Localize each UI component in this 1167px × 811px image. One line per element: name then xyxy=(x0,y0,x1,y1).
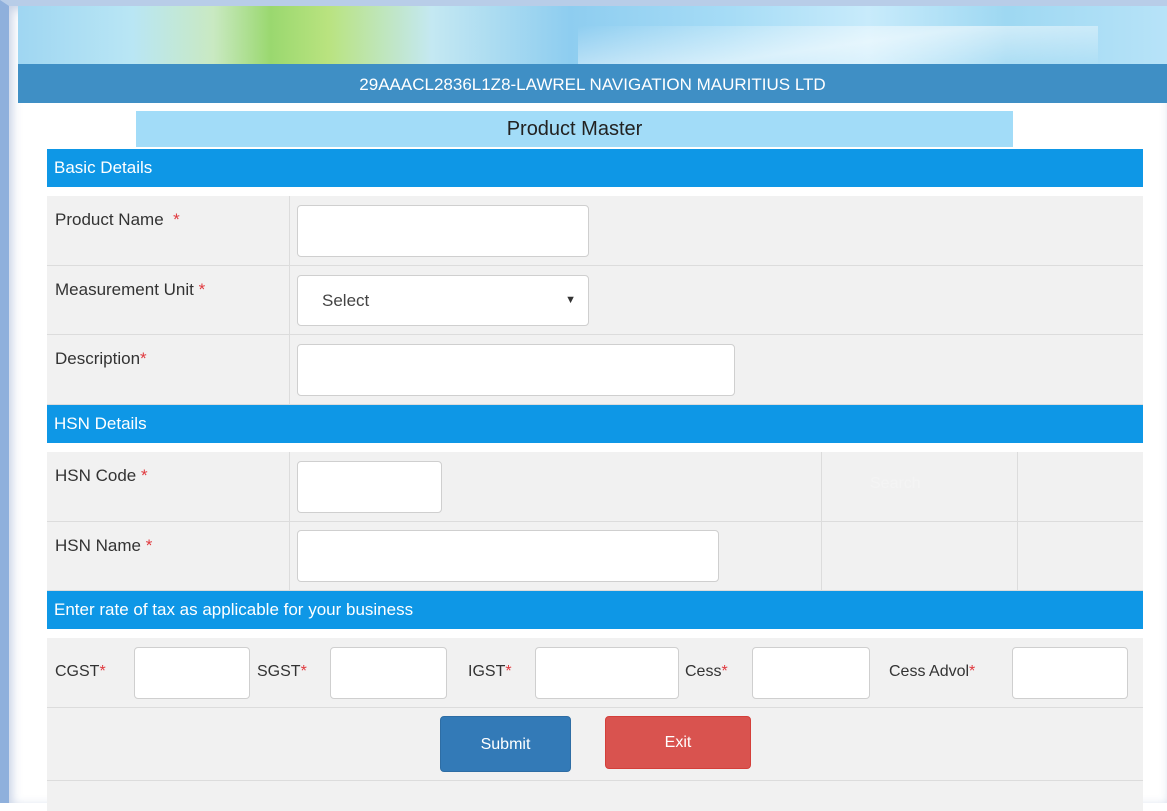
hsn-code-row: HSN Code * Search xyxy=(47,452,1143,522)
tax-rate-heading: Enter rate of tax as applicable for your… xyxy=(54,600,414,619)
cgst-input[interactable] xyxy=(134,647,250,699)
hsn-search-button[interactable]: Search xyxy=(870,475,921,493)
description-label: Description* xyxy=(55,349,147,368)
cess-input[interactable] xyxy=(752,647,870,699)
measurement-unit-row: Measurement Unit * Select ▼ xyxy=(47,266,1143,335)
igst-input[interactable] xyxy=(535,647,679,699)
company-name: 29AAACL2836L1Z8-LAWREL NAVIGATION MAURIT… xyxy=(359,75,826,94)
cess-advol-label: Cess Advol* xyxy=(889,663,976,680)
measurement-unit-label: Measurement Unit * xyxy=(55,280,206,299)
tax-rate-header: Enter rate of tax as applicable for your… xyxy=(47,591,1143,629)
column-divider xyxy=(1017,452,1018,521)
hsn-name-label: HSN Name * xyxy=(55,536,153,555)
required-mark: * xyxy=(721,663,728,680)
required-mark: * xyxy=(99,663,106,680)
caret-down-icon: ▼ xyxy=(565,294,576,306)
cgst-label: CGST* xyxy=(55,663,106,680)
hsn-code-input[interactable] xyxy=(297,461,442,513)
column-divider xyxy=(289,196,290,265)
column-divider xyxy=(289,522,290,590)
cess-advol-input[interactable] xyxy=(1012,647,1128,699)
page-title-bar: Product Master xyxy=(136,111,1013,147)
igst-label: IGST* xyxy=(468,663,512,680)
footer-row xyxy=(47,781,1143,811)
measurement-unit-selected: Select xyxy=(322,291,370,310)
product-form: Basic Details Product Name * Measurement… xyxy=(47,149,1143,811)
hsn-code-label: HSN Code * xyxy=(55,466,148,485)
required-mark: * xyxy=(173,210,180,229)
submit-button[interactable]: Submit xyxy=(440,716,571,772)
hsn-details-heading: HSN Details xyxy=(54,414,147,433)
column-divider xyxy=(289,335,290,404)
required-mark: * xyxy=(969,663,976,680)
description-row: Description* xyxy=(47,335,1143,405)
page-title: Product Master xyxy=(506,118,643,140)
column-divider xyxy=(821,452,822,521)
exit-button[interactable]: Exit xyxy=(605,716,751,769)
cess-label: Cess* xyxy=(685,663,728,680)
required-mark: * xyxy=(505,663,512,680)
column-divider xyxy=(289,266,290,334)
hsn-details-header: HSN Details xyxy=(47,405,1143,443)
description-input[interactable] xyxy=(297,344,735,396)
product-name-row: Product Name * xyxy=(47,196,1143,266)
sgst-input[interactable] xyxy=(330,647,447,699)
basic-details-heading: Basic Details xyxy=(54,158,153,177)
required-mark: * xyxy=(145,536,153,555)
hsn-name-input[interactable] xyxy=(297,530,719,582)
hsn-name-row: HSN Name * xyxy=(47,522,1143,591)
required-mark: * xyxy=(140,349,147,368)
column-divider xyxy=(289,452,290,521)
required-mark: * xyxy=(300,663,307,680)
required-mark: * xyxy=(141,466,148,485)
actions-row: Submit Exit xyxy=(47,708,1143,781)
product-name-label: Product Name * xyxy=(55,210,180,229)
banner-highlight xyxy=(578,26,1098,66)
company-bar: 29AAACL2836L1Z8-LAWREL NAVIGATION MAURIT… xyxy=(18,64,1167,103)
product-name-input[interactable] xyxy=(297,205,589,257)
tax-rate-row: CGST* SGST* IGST* Cess* Cess Advol* xyxy=(47,638,1143,708)
header-banner xyxy=(18,6,1167,66)
column-divider xyxy=(1017,522,1018,590)
required-mark: * xyxy=(198,280,206,299)
measurement-unit-select[interactable]: Select ▼ xyxy=(297,275,589,326)
sgst-label: SGST* xyxy=(257,663,307,680)
basic-details-header: Basic Details xyxy=(47,149,1143,187)
column-divider xyxy=(821,522,822,590)
